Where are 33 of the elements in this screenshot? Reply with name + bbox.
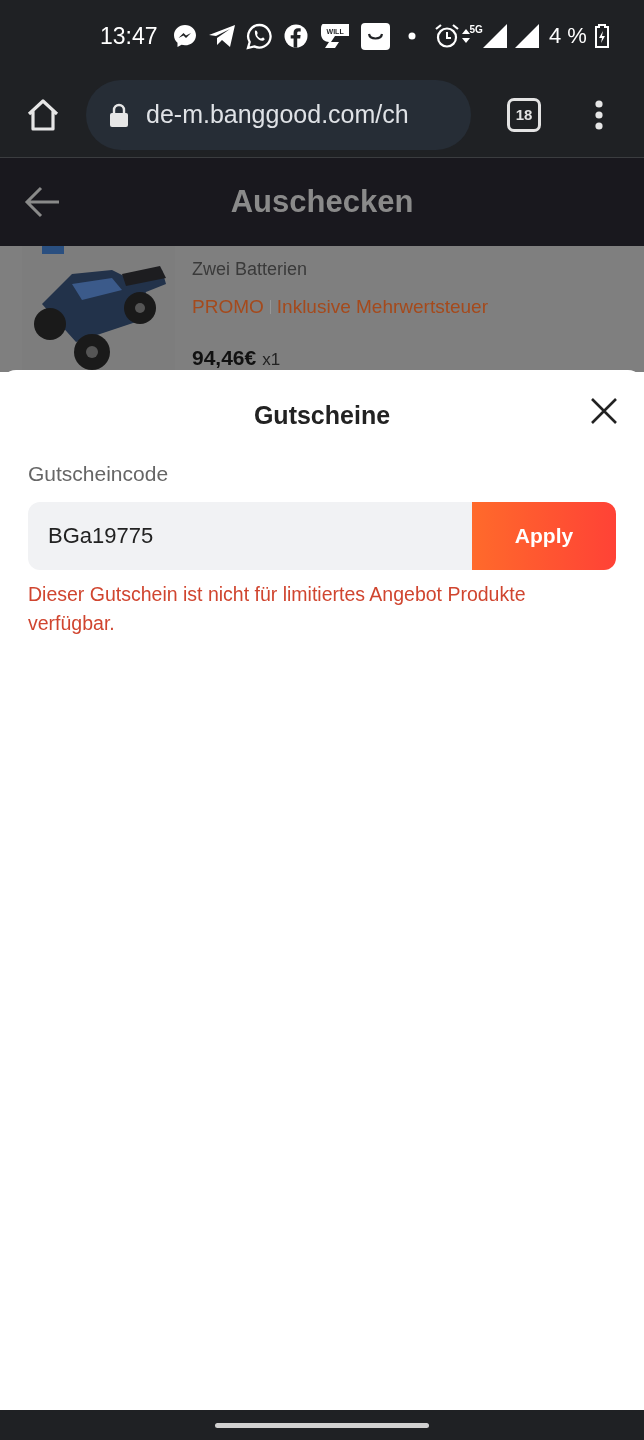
network-type: 5G xyxy=(469,23,483,35)
home-indicator[interactable] xyxy=(215,1422,429,1428)
clock: 13:47 xyxy=(100,22,158,50)
sheet-title: Gutscheine xyxy=(253,401,391,429)
dot-icon xyxy=(407,32,416,40)
close-icon[interactable] xyxy=(590,397,618,425)
phone-bubble-icon xyxy=(245,22,273,50)
field-label: Gutscheincode xyxy=(28,462,170,486)
alarm-clock-icon xyxy=(433,23,460,49)
coupon-code-field[interactable]: BGa19775 xyxy=(28,502,472,570)
lock-icon xyxy=(110,102,128,127)
back-arrow-icon[interactable] xyxy=(24,186,60,218)
signal-icon xyxy=(514,24,539,48)
variant-text: Zwei Batterien xyxy=(192,259,309,281)
home-icon[interactable] xyxy=(26,97,60,132)
tab-count-button[interactable]: 18 xyxy=(507,97,541,132)
circle-f-icon xyxy=(282,23,309,49)
url-text: de-m.banggood.com/ch xyxy=(146,100,409,129)
paper-plane-icon xyxy=(207,24,236,48)
data-arrows-icon xyxy=(461,29,470,43)
error-message: Dieser Gutschein ist nicht für limitiertes Angebot Produkte verfügbar. xyxy=(28,582,527,636)
battery-icon xyxy=(594,24,609,48)
more-menu-icon[interactable] xyxy=(594,99,604,130)
shopping-bag-icon xyxy=(360,22,390,50)
address-bar[interactable]: de-m.banggood.com/ch xyxy=(86,79,471,150)
signal-icon xyxy=(482,24,507,48)
chat-bubble-icon xyxy=(171,23,198,49)
tax-note: Inklusive Mehrwertsteuer xyxy=(276,296,488,318)
page-title: Auschecken xyxy=(230,184,414,219)
price: 94,46€ xyxy=(192,346,257,370)
battery-percent: 4 % xyxy=(548,23,587,49)
promo-label: PROMO xyxy=(192,296,264,318)
quantity: x1 xyxy=(262,350,281,370)
